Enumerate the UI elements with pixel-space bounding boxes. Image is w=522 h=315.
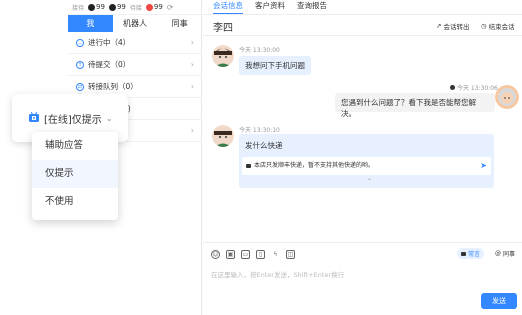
agent-status-dot-icon [450, 85, 455, 90]
chat-header: 李四 ↗ 会话转出 ◷ 结束会话 [203, 14, 522, 36]
submit-icon: ↑ [76, 60, 84, 69]
menu-item-assist-reply[interactable]: 辅助应答 [32, 132, 118, 160]
status-dot-icon [88, 3, 96, 11]
folder-icon[interactable]: ▭ [241, 250, 250, 259]
status-count-1[interactable]: 99 [88, 3, 105, 11]
message-time: 今天 13:30:10 [239, 127, 280, 134]
status-label-reception: 接待 [72, 4, 85, 12]
alert-dot-icon [145, 3, 153, 11]
message-time: 今天 13:30:06 [450, 83, 498, 92]
robot-icon [246, 163, 251, 168]
assist-mode-label: [在线]仅提示 [44, 114, 102, 126]
chevron-right-icon: › [190, 60, 194, 69]
transfer-out-icon: ↗ [436, 22, 442, 30]
chevron-right-icon: › [190, 126, 194, 135]
robot-icon [461, 251, 466, 256]
menu-item-hint-only[interactable]: 仅提示 [32, 160, 118, 188]
customer-message-with-suggestion: 发什么快递 本店只发顺丰快递，暂不支持其他快递的哟。 ➤ ⌄ [239, 134, 494, 188]
agent-tabs: 我 机器人 同事 [68, 15, 202, 32]
chevron-right-icon: › [190, 38, 194, 47]
chevron-down-icon: ⌄ [105, 113, 113, 123]
customer-message-text: 发什么快递 [245, 141, 283, 150]
at-icon: @ [495, 250, 501, 257]
message-time: 今天 13:30:00 [239, 47, 280, 54]
lightning-icon[interactable]: ϟ [271, 250, 280, 259]
tab-me[interactable]: 我 [68, 15, 113, 32]
clock-icon: ◷ [481, 22, 487, 30]
status-count-3[interactable]: 99 [145, 3, 163, 11]
robot-icon [28, 111, 40, 126]
customer-message: 我想问下手机问题 [239, 56, 311, 75]
suggested-reply[interactable]: 本店只发顺丰快递，暂不支持其他快递的哟。 ➤ [242, 157, 491, 175]
file-icon[interactable]: ▯ [256, 250, 265, 259]
colleague-button[interactable]: @ 同事 [491, 248, 519, 259]
tab-query-report[interactable]: 查询报告 [297, 0, 327, 14]
message-input[interactable]: 在这里输入，按Enter发送，Shift+Enter换行 [211, 269, 344, 279]
chevron-right-icon: › [190, 82, 194, 91]
status-count-2[interactable]: 99 [108, 3, 126, 11]
customer-avatar [212, 45, 234, 67]
assist-mode-menu: 辅助应答 仅提示 不使用 [32, 132, 118, 220]
send-suggestion-icon[interactable]: ➤ [480, 157, 487, 175]
quick-phrase-button[interactable]: 常言 [457, 248, 485, 259]
list-item-in-progress[interactable]: … 进行中（4） › [68, 32, 202, 54]
refresh-icon[interactable]: ⟳ [167, 3, 174, 12]
tab-customer-profile[interactable]: 客户资料 [255, 0, 285, 14]
agent-avatar [495, 85, 519, 109]
agent-message: 您遇到什么问题了？看下我是否能帮您解决。 [335, 93, 495, 118]
transfer-session-button[interactable]: ↗ 会话转出 [436, 21, 469, 31]
status-label-waiting: 待接 [129, 4, 142, 12]
tab-session-info[interactable]: 会话信息 [213, 0, 243, 14]
transfer-icon: ⇄ [76, 82, 84, 91]
chat-panel: 会话信息 客户资料 查询报告 李四 ↗ 会话转出 ◷ 结束会话 今天 13:30:0… [203, 0, 522, 315]
list-item-pending-submit[interactable]: ↑ 待提交（0） › [68, 54, 202, 76]
menu-item-disabled[interactable]: 不使用 [32, 188, 118, 216]
image-icon[interactable]: ▣ [226, 250, 235, 259]
message-list: 今天 13:30:00 我想问下手机问题 今天 13:30:06 您遇到什么问题… [203, 37, 522, 242]
emoji-icon[interactable]: ☺ [211, 250, 220, 259]
input-area: ☺ ▣ ▭ ▯ ϟ ◫ 常言 @ 同事 在这里输入，按Enter发送，Shift+… [203, 242, 522, 315]
input-toolbar: ☺ ▣ ▭ ▯ ϟ ◫ [211, 250, 295, 259]
status-dot-icon [108, 3, 116, 11]
customer-avatar [212, 125, 234, 147]
send-button[interactable]: 发送 [481, 293, 517, 309]
chat-icon: … [76, 38, 84, 47]
screenshot-icon[interactable]: ◫ [286, 250, 295, 259]
tab-colleague[interactable]: 同事 [157, 15, 202, 32]
end-session-button[interactable]: ◷ 结束会话 [481, 21, 515, 31]
customer-name: 李四 [213, 23, 233, 34]
expand-chevron-icon[interactable]: ⌄ [367, 175, 372, 182]
status-bar: 接待 99 99 待接 99 ⟳ [68, 0, 202, 15]
tab-robot[interactable]: 机器人 [113, 15, 158, 32]
info-tabs: 会话信息 客户资料 查询报告 [213, 0, 327, 14]
